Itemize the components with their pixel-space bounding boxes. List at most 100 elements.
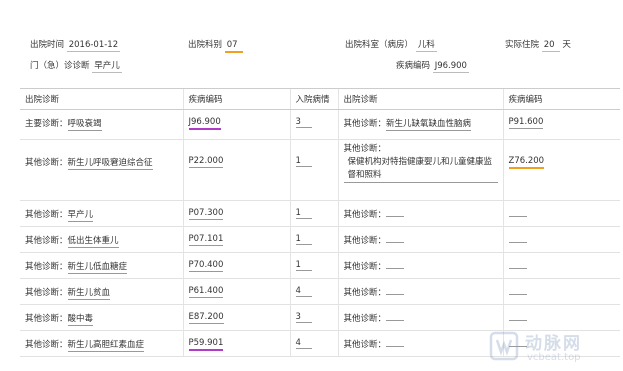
condition-cell: 1 [289,226,338,253]
condition-cell: 4 [289,278,338,305]
header-disease-code: 疾病编码 J96.900 [396,59,469,73]
other-dx-prefix: 其他诊断： [343,236,387,246]
dx-cell: 主要诊断：呼吸衰竭 [20,109,183,140]
other-dx-cell: 其他诊断： [337,330,503,357]
other-dx-prefix: 其他诊断： [343,314,387,324]
condition-value: 4 [295,286,312,297]
col-header-disease-code-2: 疾病编码 [502,88,620,110]
outpatient-dx-value: 早产儿 [92,61,122,73]
other-code-value: Z76.200 [508,156,545,169]
other-code-blank [508,312,527,321]
discharge-time-value: 2016-01-12 [66,40,121,52]
other-dx-cell: 其他诊断： [337,226,503,253]
outpatient-dx-label: 门（急）诊诊断 [30,61,90,71]
dx-cell: 其他诊断：低出生体重儿 [20,226,183,253]
other-code-cell [502,226,620,253]
other-dx-blank [386,260,405,269]
other-code-blank [508,208,527,217]
code-value: P07.101 [188,234,224,246]
condition-value: 1 [295,208,312,219]
table-row: 其他诊断：新生儿呼吸窘迫综合征 P22.000 1 其他诊断： 保健机构对特指健康… [20,139,620,201]
condition-value: 1 [295,156,312,167]
col-header-discharge-dx: 出院诊断 [20,88,183,110]
other-dx-cell: 其他诊断： [337,304,503,331]
col-header-admission-condition: 入院病情 [289,88,338,110]
actual-stay-unit: 天 [562,40,571,50]
dx-prefix: 其他诊断： [25,340,68,350]
watermark-url: vcbeat.top [527,352,581,363]
code-value: P07.300 [188,208,224,220]
other-code-blank [508,260,527,269]
dx-cell: 其他诊断：新生儿呼吸窘迫综合征 [20,139,183,201]
dx-value: 酸中毒 [67,314,94,326]
dx-value: 低出生体重儿 [67,236,119,248]
table-row: 其他诊断：新生儿低血糖症 P70.400 1 其他诊断： [20,252,620,279]
outpatient-dx: 门（急）诊诊断 早产儿 [30,59,122,73]
other-dx-value: 新生儿缺氧缺血性脑病 [386,119,472,131]
dx-value: 新生儿呼吸窘迫综合征 [67,158,153,170]
other-dx-prefix: 其他诊断： [343,210,387,220]
watermark-icon [489,331,519,361]
dx-value: 新生儿低血糖症 [67,262,128,274]
dx-prefix: 其他诊断： [25,288,68,298]
watermark-logo: 动脉网 vcbeat.top [489,327,619,367]
other-dx-cell: 其他诊断：新生儿缺氧缺血性脑病 [337,109,503,140]
other-dx-blank [386,286,405,295]
other-code-blank [508,234,527,243]
condition-value: 1 [295,260,312,271]
dx-prefix: 其他诊断： [25,158,68,168]
other-code-blank [508,286,527,295]
dx-prefix: 其他诊断： [25,314,68,324]
code-cell: P61.400 [182,278,290,305]
discharge-room: 出院科室（病房） 儿科 [345,38,437,52]
col-header-disease-code: 疾病编码 [182,88,290,110]
condition-value: 3 [295,117,312,128]
disease-code-label: 疾病编码 [396,61,431,71]
code-cell: E87.200 [182,304,290,331]
other-code-cell [502,200,620,227]
dx-prefix: 其他诊断： [25,236,68,246]
condition-cell: 3 [289,304,338,331]
actual-stay-label: 实际住院 [505,40,540,50]
code-value: E87.200 [188,312,224,324]
other-dx-cell: 其他诊断： 保健机构对特指健康婴儿和儿童健康监督和照料 [337,139,503,201]
diagnosis-table: 出院诊断 疾病编码 入院病情 出院诊断 疾病编码 主要诊断：呼吸衰竭 J96.9… [20,88,620,357]
other-dx-prefix: 其他诊断： [343,288,387,298]
other-dx-value: 保健机构对特指健康婴儿和儿童健康监督和照料 [343,156,498,183]
other-dx-prefix: 其他诊断： [343,119,387,129]
disease-code-value: J96.900 [432,61,469,73]
code-cell: P70.400 [182,252,290,279]
dx-cell: 其他诊断：新生儿低血糖症 [20,252,183,279]
actual-stay: 实际住院 20 天 [505,38,571,52]
dx-prefix: 主要诊断： [25,119,68,129]
other-code-cell: Z76.200 [502,139,620,201]
other-code-value: P91.600 [508,117,544,129]
code-cell: P22.000 [182,139,290,201]
table-row: 其他诊断：低出生体重儿 P07.101 1 其他诊断： [20,226,620,253]
condition-cell: 1 [289,139,338,201]
discharge-room-value: 儿科 [415,40,437,52]
other-dx-prefix: 其他诊断： [343,340,387,350]
condition-cell: 1 [289,200,338,227]
other-dx-cell: 其他诊断： [337,252,503,279]
other-dx-cell: 其他诊断： [337,278,503,305]
col-header-discharge-dx-2: 出院诊断 [337,88,503,110]
condition-cell: 4 [289,330,338,357]
discharge-time: 出院时间 2016-01-12 [30,38,121,52]
condition-value: 1 [295,234,312,245]
code-value: P70.400 [188,260,224,272]
dx-cell: 其他诊断：新生儿高胆红素血症 [20,330,183,357]
code-cell: P07.101 [182,226,290,253]
discharge-dept-value: 07 [224,40,243,53]
dx-value: 呼吸衰竭 [67,119,102,131]
discharge-room-label: 出院科室（病房） [345,40,414,50]
dx-prefix: 其他诊断： [25,262,68,272]
dx-value: 新生儿贫血 [67,288,111,300]
condition-value: 4 [295,338,312,349]
table-row: 主要诊断：呼吸衰竭 J96.900 3 其他诊断：新生儿缺氧缺血性脑病 P91.… [20,109,620,140]
dx-cell: 其他诊断：新生儿贫血 [20,278,183,305]
other-dx-blank [386,338,405,347]
discharge-time-label: 出院时间 [30,40,65,50]
table-row: 其他诊断：早产儿 P07.300 1 其他诊断： [20,200,620,227]
code-cell: J96.900 [182,109,290,140]
